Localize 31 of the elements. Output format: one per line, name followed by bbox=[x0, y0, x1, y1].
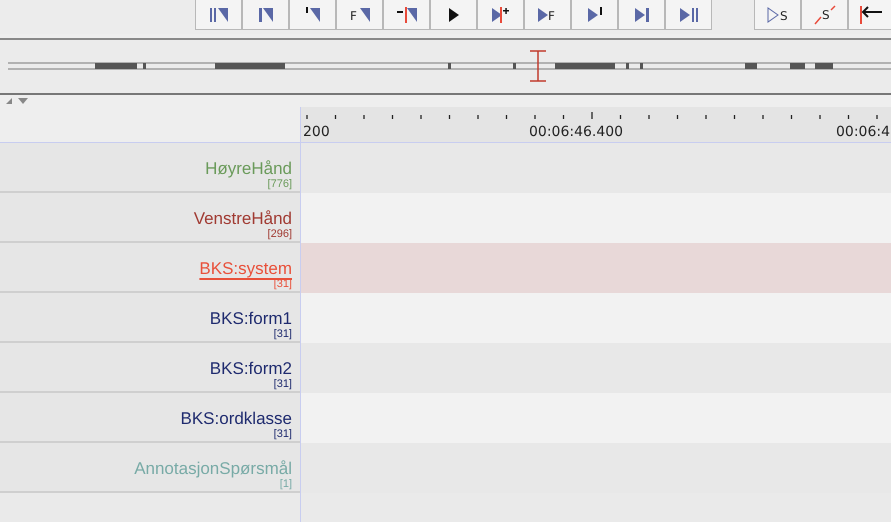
back-to-cursor-icon bbox=[396, 6, 416, 22]
toolbar-button[interactable]: F bbox=[524, 0, 571, 30]
skip-start-icon bbox=[210, 8, 228, 22]
step-back-icon bbox=[306, 7, 320, 22]
tier-name[interactable]: VenstreHånd bbox=[194, 209, 292, 228]
tier-name[interactable]: BKS:ordklasse bbox=[180, 409, 292, 428]
toolbar-button[interactable]: S bbox=[801, 0, 848, 30]
annotation-count: [31] bbox=[274, 428, 292, 440]
step-forward-icon bbox=[588, 7, 602, 22]
skip-end-icon bbox=[680, 8, 698, 22]
toolbar-button[interactable]: S bbox=[754, 0, 801, 30]
time-label: 200 bbox=[303, 124, 330, 140]
annotation-count: [31] bbox=[274, 328, 292, 340]
annotation-count: [1] bbox=[280, 478, 292, 490]
time-label: 00:06:46.400 bbox=[529, 124, 624, 140]
skip-forward-icon bbox=[634, 8, 648, 22]
tier-name[interactable]: BKS:form2 bbox=[210, 359, 292, 378]
tier-name[interactable]: BKS:form1 bbox=[210, 309, 292, 328]
annotation-count: [31] bbox=[274, 278, 292, 290]
annotation-count: [776] bbox=[268, 178, 292, 190]
play-icon bbox=[448, 8, 458, 22]
to-start-icon bbox=[860, 6, 883, 24]
play-selection-icon bbox=[492, 6, 509, 22]
time-label: 00:06:4 bbox=[836, 124, 890, 140]
playhead-marker[interactable] bbox=[530, 50, 546, 82]
toolbar-button[interactable] bbox=[848, 0, 891, 30]
annotation-count: [31] bbox=[274, 378, 292, 390]
annotation-count: [296] bbox=[268, 228, 292, 240]
toolbar-button[interactable]: F bbox=[336, 0, 383, 30]
toolbar-button[interactable] bbox=[430, 0, 477, 30]
skip-back-icon bbox=[258, 8, 272, 22]
